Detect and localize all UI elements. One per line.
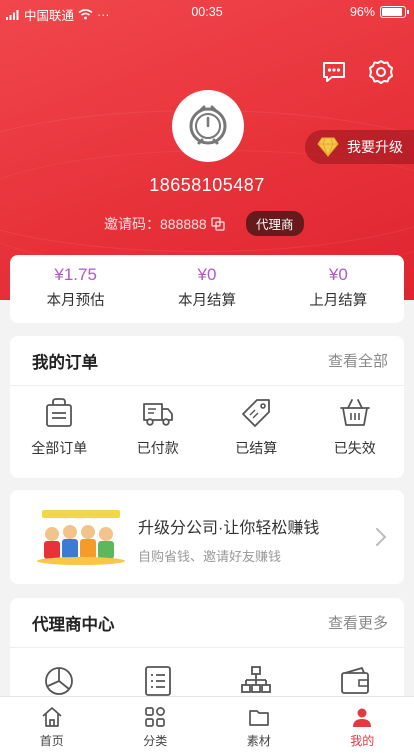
tab-category-label: 分类	[143, 734, 168, 748]
earnings-card: ¥1.75 本月预估 ¥0 本月结算 ¥0 上月结算	[10, 255, 404, 323]
status-bar: 中国联通 ··· 00:35 96%	[0, 0, 414, 26]
pie-chart-icon	[45, 667, 74, 695]
org-tree-icon	[241, 666, 272, 693]
stat-value: ¥0	[197, 265, 217, 284]
home-icon	[42, 707, 62, 727]
agent-item-list[interactable]	[109, 664, 208, 698]
role-badge: 代理商	[246, 211, 304, 236]
copy-icon[interactable]	[211, 217, 225, 231]
tab-category[interactable]: 分类	[104, 697, 208, 753]
tag-icon	[242, 399, 271, 427]
agent-center-title: 代理商中心	[32, 615, 115, 634]
orders-grid: 全部订单 已付款 已结算 已失效	[10, 396, 404, 458]
tab-mine[interactable]: 我的	[311, 697, 414, 753]
promo-illustration	[37, 510, 125, 565]
order-paid-label: 已付款	[136, 440, 179, 456]
upgrade-promo-banner[interactable]: 升级分公司·让你轻松赚钱 自购省钱、邀请好友赚钱	[10, 490, 404, 584]
folder-icon	[248, 710, 269, 726]
stat-this-month-settled[interactable]: ¥0 本月结算	[141, 255, 272, 323]
order-settled-label: 已结算	[235, 440, 278, 456]
battery-percent: 96%	[349, 5, 375, 19]
agent-center-grid	[10, 664, 404, 698]
stat-this-month-estimate[interactable]: ¥1.75 本月预估	[10, 255, 141, 323]
tab-materials-label: 素材	[246, 734, 271, 748]
order-all-button[interactable]: 全部订单	[10, 396, 109, 458]
invite-code[interactable]: 邀请码：888888	[104, 214, 225, 234]
tab-materials[interactable]: 素材	[207, 697, 311, 753]
stat-value: ¥0	[328, 265, 348, 284]
orders-title: 我的订单	[32, 353, 98, 372]
promo-subtitle: 自购省钱、邀请好友赚钱	[138, 549, 282, 564]
order-expired-label: 已失效	[333, 440, 376, 456]
bag-icon	[46, 398, 73, 427]
tab-home[interactable]: 首页	[0, 697, 104, 753]
tab-mine-label: 我的	[350, 734, 375, 748]
bottom-tab-bar: 首页 分类 素材 我的	[0, 696, 414, 753]
upgrade-button[interactable]: 我要升级	[305, 130, 414, 164]
promo-title: 升级分公司·让你轻松赚钱	[138, 520, 320, 537]
tab-home-label: 首页	[39, 734, 64, 748]
chevron-right-icon	[376, 528, 387, 546]
order-all-label: 全部订单	[31, 440, 88, 456]
agent-center-more-link[interactable]: 查看更多	[328, 612, 388, 633]
grid-icon	[145, 707, 166, 727]
my-orders-card: 我的订单 查看全部 全部订单 已付款 已结算 已失效	[10, 336, 404, 478]
truck-icon	[142, 403, 173, 426]
avatar[interactable]	[172, 90, 244, 162]
stat-value: ¥1.75	[54, 265, 97, 284]
agent-center-header: 代理商中心 查看更多	[10, 598, 404, 648]
stat-label: 本月结算	[177, 293, 236, 309]
list-icon	[144, 666, 171, 696]
agent-item-statistics[interactable]	[10, 664, 109, 698]
order-expired-button[interactable]: 已失效	[306, 396, 405, 458]
order-settled-button[interactable]: 已结算	[207, 396, 306, 458]
agent-item-team[interactable]	[207, 664, 306, 698]
message-icon[interactable]	[320, 58, 348, 86]
user-icon	[353, 708, 372, 727]
invite-code-label: 邀请码：888888	[104, 216, 207, 232]
user-phone: 18658105487	[149, 175, 265, 195]
settings-gear-icon[interactable]	[367, 58, 395, 86]
wallet-icon	[340, 667, 369, 694]
upgrade-label: 我要升级	[347, 139, 403, 155]
battery-icon	[380, 6, 409, 18]
stat-label: 上月结算	[309, 293, 368, 309]
orders-header: 我的订单 查看全部	[10, 336, 404, 386]
order-paid-button[interactable]: 已付款	[109, 396, 208, 458]
stat-last-month-settled[interactable]: ¥0 上月结算	[273, 255, 404, 323]
avatar-placeholder-icon	[189, 105, 227, 145]
basket-icon	[339, 399, 370, 426]
agent-item-wallet[interactable]	[306, 664, 405, 698]
diamond-icon	[317, 137, 339, 157]
stat-label: 本月预估	[46, 293, 105, 309]
orders-view-all-link[interactable]: 查看全部	[328, 350, 388, 371]
